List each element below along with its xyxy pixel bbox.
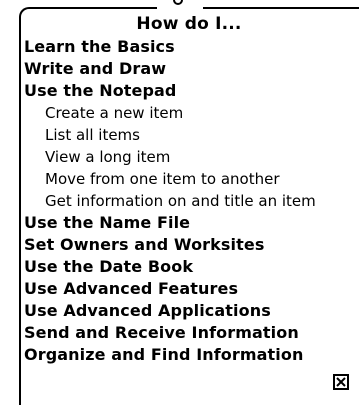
dialog-title: How do I... <box>136 14 242 34</box>
topic-use-the-date-book[interactable]: Use the Date Book <box>24 256 354 278</box>
topic-write-and-draw[interactable]: Write and Draw <box>24 58 354 80</box>
close-x-glyph <box>336 377 346 387</box>
subtopic-create-new-item[interactable]: Create a new item <box>24 102 354 124</box>
topic-list: Learn the Basics Write and Draw Use the … <box>24 36 354 366</box>
topic-send-receive-information[interactable]: Send and Receive Information <box>24 322 354 344</box>
topic-use-the-notepad[interactable]: Use the Notepad <box>24 80 354 102</box>
topic-use-the-name-file[interactable]: Use the Name File <box>24 212 354 234</box>
close-box-icon[interactable] <box>333 374 349 390</box>
subtopic-move-between-items[interactable]: Move from one item to another <box>24 168 354 190</box>
window-top-tab <box>157 0 203 14</box>
topic-use-advanced-features[interactable]: Use Advanced Features <box>24 278 354 300</box>
subtopic-get-info-title-item[interactable]: Get information on and title an item <box>24 190 354 212</box>
topic-use-advanced-applications[interactable]: Use Advanced Applications <box>24 300 354 322</box>
topic-set-owners-worksites[interactable]: Set Owners and Worksites <box>24 234 354 256</box>
topic-organize-find-information[interactable]: Organize and Find Information <box>24 344 354 366</box>
subtopic-list-all-items[interactable]: List all items <box>24 124 354 146</box>
subtopic-view-long-item[interactable]: View a long item <box>24 146 354 168</box>
topic-learn-the-basics[interactable]: Learn the Basics <box>24 36 354 58</box>
